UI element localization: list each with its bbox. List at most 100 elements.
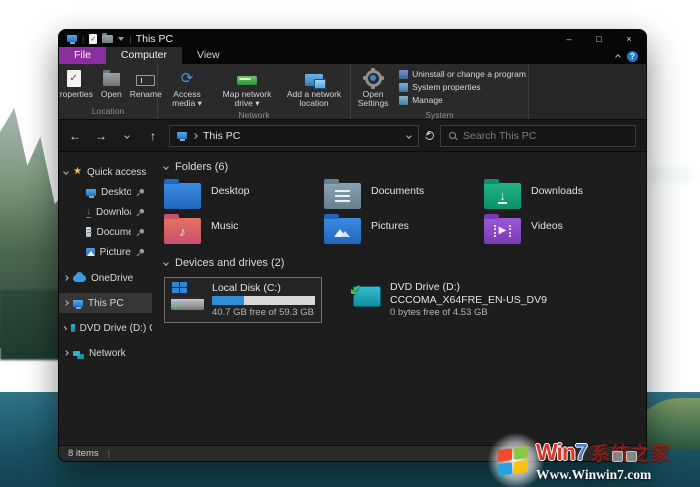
pin-icon[interactable] bbox=[136, 228, 145, 237]
sidebar-item-documents[interactable]: Documents bbox=[59, 222, 152, 242]
back-button[interactable]: ← bbox=[65, 129, 85, 143]
ribbon-controls: ? bbox=[616, 51, 646, 64]
sidebar-item-downloads[interactable]: ↓ Downloads bbox=[59, 202, 152, 222]
minimize-button[interactable]: – bbox=[554, 30, 584, 47]
search-icon bbox=[449, 132, 456, 139]
wallpaper-cloud bbox=[642, 168, 694, 182]
breadcrumb[interactable]: This PC bbox=[203, 130, 240, 142]
group-label-system: System bbox=[351, 110, 528, 120]
quick-access-toolbar: | | bbox=[67, 34, 132, 44]
folder-item-documents[interactable]: Documents bbox=[324, 179, 484, 213]
forward-button[interactable]: → bbox=[91, 129, 111, 143]
navigation-bar: ← → ↑ This PC bbox=[59, 120, 646, 152]
ribbon: Properties Open Rename Location bbox=[59, 64, 646, 120]
pictures-folder-icon bbox=[324, 218, 361, 244]
dvd-drive-icon bbox=[71, 324, 75, 332]
wallpaper-trees bbox=[0, 290, 64, 360]
sidebar-item-this-pc[interactable]: This PC bbox=[59, 293, 152, 313]
videos-folder-icon: ▶ bbox=[484, 218, 521, 244]
onedrive-icon bbox=[73, 275, 86, 282]
map-network-drive-button[interactable]: Map network drive ▾ bbox=[215, 67, 279, 110]
watermark-badge-icon bbox=[612, 451, 623, 462]
rename-icon bbox=[136, 75, 155, 86]
properties-button[interactable]: Properties bbox=[58, 67, 96, 100]
system-properties-button[interactable]: System properties bbox=[399, 82, 526, 92]
folder-item-pictures[interactable]: Pictures bbox=[324, 214, 484, 248]
downloads-folder-icon: ↓ bbox=[484, 183, 521, 209]
refresh-icon[interactable] bbox=[424, 130, 436, 142]
help-icon[interactable]: ? bbox=[627, 51, 638, 62]
ribbon-group-location: Properties Open Rename Location bbox=[59, 64, 158, 119]
documents-folder-icon bbox=[324, 183, 361, 209]
sidebar-item-quick-access[interactable]: ★ Quick access bbox=[59, 162, 152, 182]
search-box[interactable] bbox=[440, 125, 636, 147]
address-dropdown-icon[interactable] bbox=[406, 133, 412, 139]
chevron-right-icon[interactable] bbox=[63, 350, 69, 356]
properties-qat-icon[interactable] bbox=[89, 34, 97, 44]
desktop-folder-icon bbox=[164, 183, 201, 209]
sidebar-item-pictures[interactable]: Pictures bbox=[59, 242, 152, 262]
qat-customize-caret-icon[interactable] bbox=[118, 37, 124, 41]
window-title: This PC bbox=[136, 33, 173, 45]
tab-computer[interactable]: Computer bbox=[106, 47, 182, 64]
watermark-url: Www.Winwin7.com bbox=[536, 467, 651, 482]
collapse-section-icon[interactable] bbox=[163, 260, 169, 266]
separator: | bbox=[82, 34, 84, 44]
up-button[interactable]: ↑ bbox=[143, 129, 163, 143]
search-input[interactable] bbox=[463, 130, 627, 142]
gear-icon bbox=[365, 70, 382, 87]
sidebar-item-desktop[interactable]: Desktop bbox=[59, 182, 152, 202]
drives-section-header: Devices and drives (2) bbox=[164, 254, 642, 272]
folder-item-downloads[interactable]: ↓ Downloads bbox=[484, 179, 644, 213]
drives-row: Local Disk (C:) 40.7 GB free of 59.3 GB … bbox=[164, 277, 642, 323]
pin-icon[interactable] bbox=[136, 188, 145, 197]
open-settings-button[interactable]: Open Settings bbox=[353, 67, 393, 110]
close-button[interactable]: × bbox=[614, 30, 644, 47]
explorer-window: | | This PC – □ × File Computer View ? bbox=[58, 29, 647, 462]
folder-item-desktop[interactable]: Desktop bbox=[164, 179, 324, 213]
desktop: | | This PC – □ × File Computer View ? bbox=[0, 0, 700, 487]
manage-button[interactable]: Manage bbox=[399, 95, 526, 105]
drive-item-dvd-d[interactable]: ↙ DVD Drive (D:) CCCOMA_X64FRE_EN-US_DV9… bbox=[345, 277, 553, 322]
tab-file[interactable]: File bbox=[59, 47, 106, 64]
folders-grid: Desktop Documents ↓ Downloads ♪ Music bbox=[164, 179, 642, 248]
sidebar-item-dvd-drive[interactable]: DVD Drive (D:) CCCOMA_X64FRE_EN-US_DV9 bbox=[59, 318, 152, 338]
recent-locations-icon[interactable] bbox=[117, 130, 137, 141]
window-controls: – □ × bbox=[554, 30, 644, 47]
address-bar[interactable]: This PC bbox=[169, 125, 419, 147]
ribbon-filler bbox=[529, 64, 646, 119]
folder-item-videos[interactable]: ▶ Videos bbox=[484, 214, 644, 248]
uninstall-program-button[interactable]: Uninstall or change a program bbox=[399, 69, 526, 79]
collapse-section-icon[interactable] bbox=[163, 164, 169, 170]
pin-icon[interactable] bbox=[136, 248, 145, 257]
breadcrumb-chevron-icon bbox=[192, 133, 198, 139]
properties-icon bbox=[67, 70, 81, 87]
sidebar-item-network[interactable]: Network bbox=[59, 343, 152, 363]
minimize-ribbon-icon[interactable] bbox=[615, 54, 621, 60]
pin-icon[interactable] bbox=[136, 208, 145, 217]
new-folder-qat-icon[interactable] bbox=[102, 35, 113, 43]
tab-view[interactable]: View bbox=[182, 47, 235, 64]
sidebar-item-onedrive[interactable]: OneDrive bbox=[59, 268, 152, 288]
windows-logo-icon bbox=[172, 282, 187, 294]
group-label-location: Location bbox=[59, 106, 157, 119]
chevron-right-icon[interactable] bbox=[63, 300, 69, 306]
chevron-down-icon[interactable] bbox=[63, 169, 69, 175]
quick-access-star-icon: ★ bbox=[73, 167, 82, 177]
add-network-location-button[interactable]: Add a network location bbox=[281, 67, 347, 110]
maximize-button[interactable]: □ bbox=[584, 30, 614, 47]
chevron-right-icon[interactable] bbox=[63, 275, 69, 281]
watermark-brand: Win bbox=[536, 439, 575, 466]
hard-drive-icon bbox=[171, 282, 205, 314]
open-folder-icon bbox=[103, 73, 120, 86]
file-list-pane: Folders (6) Desktop Documents ↓ Download… bbox=[152, 152, 646, 445]
chevron-right-icon[interactable] bbox=[63, 326, 67, 330]
open-button[interactable]: Open bbox=[98, 67, 125, 100]
access-media-button[interactable]: ⟳ Access media ▾ bbox=[161, 67, 213, 110]
titlebar: | | This PC – □ × bbox=[59, 30, 646, 47]
ribbon-group-system: Open Settings Uninstall or change a prog… bbox=[351, 64, 529, 119]
this-pc-icon bbox=[73, 300, 83, 307]
system-properties-icon bbox=[399, 83, 408, 92]
drive-item-local-disk-c[interactable]: Local Disk (C:) 40.7 GB free of 59.3 GB bbox=[164, 277, 322, 323]
folder-item-music[interactable]: ♪ Music bbox=[164, 214, 324, 248]
